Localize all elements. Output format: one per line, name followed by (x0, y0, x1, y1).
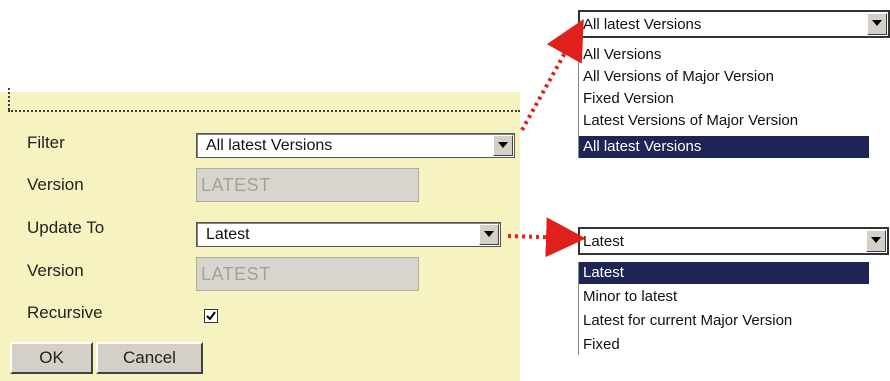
connector-arrows (507, 19, 586, 258)
connector-arrow-update (507, 217, 586, 258)
connector-arrow-filter (520, 19, 584, 131)
